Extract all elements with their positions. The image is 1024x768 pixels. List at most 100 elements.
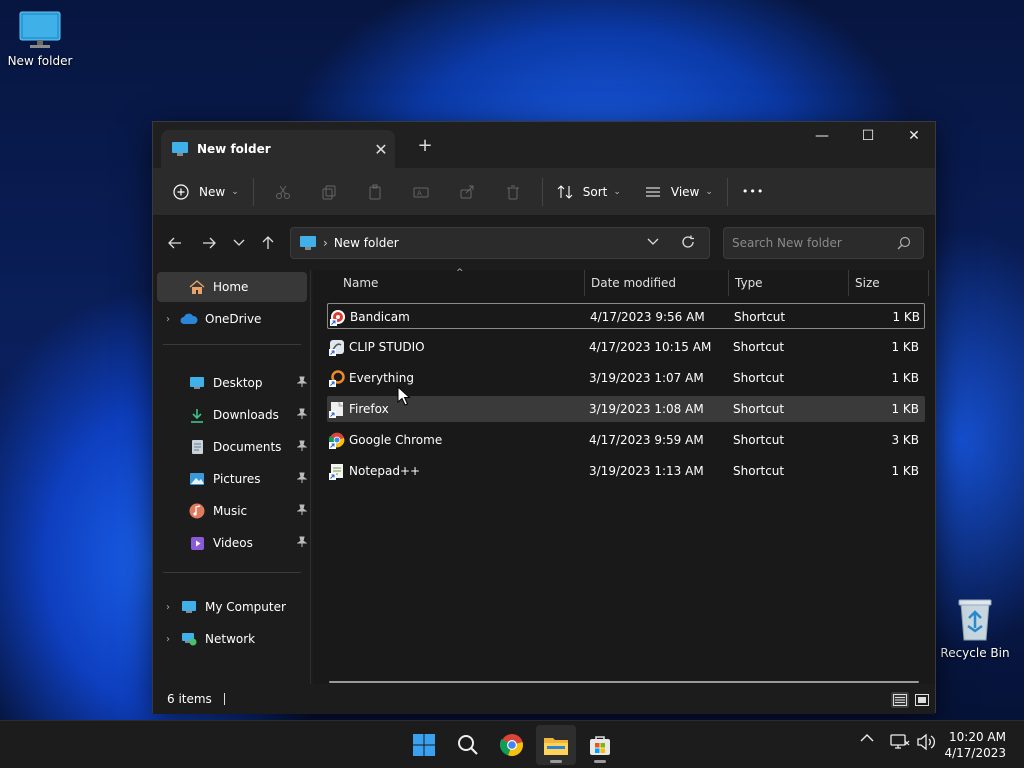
desktop-icon-new-folder[interactable]: New folder xyxy=(0,10,80,68)
sidebar-item-pictures[interactable]: Pictures xyxy=(157,464,308,494)
file-row-bandicam[interactable]: Bandicam 4/17/2023 9:56 AM Shortcut 1 KB xyxy=(327,303,925,329)
file-name: Notepad++ xyxy=(349,464,421,478)
sidebar-item-videos[interactable]: Videos xyxy=(157,528,308,558)
taskbar-microsoft-store[interactable] xyxy=(580,725,620,765)
taskbar-chrome[interactable] xyxy=(492,725,532,765)
sidebar-item-home[interactable]: Home xyxy=(157,272,307,302)
expand-chevron-icon[interactable]: › xyxy=(157,314,179,325)
address-dropdown-button[interactable] xyxy=(647,235,659,249)
sidebar-item-downloads[interactable]: Downloads xyxy=(157,400,308,430)
file-row-notepad[interactable]: Notepad++ 3/19/2023 1:13 AM Shortcut 1 KB xyxy=(327,458,925,484)
new-button-label: New xyxy=(199,184,226,199)
column-header-size[interactable]: Size xyxy=(855,270,880,296)
recent-locations-button[interactable] xyxy=(227,231,251,255)
large-icons-view-button[interactable] xyxy=(913,692,931,708)
file-type: Shortcut xyxy=(733,464,785,478)
sidebar-divider xyxy=(163,572,301,573)
file-size: 1 KB xyxy=(891,371,919,385)
forward-button[interactable] xyxy=(197,231,221,255)
file-row-google-chrome[interactable]: Google Chrome 4/17/2023 9:59 AM Shortcut 3 … xyxy=(327,427,925,453)
file-list: ^ Name Date modified Type Size Bandicam 4… xyxy=(313,268,935,684)
expand-chevron-icon[interactable]: › xyxy=(157,634,179,645)
notepad-icon xyxy=(329,463,347,480)
sort-button[interactable]: Sort ⌄ xyxy=(549,176,629,208)
clock[interactable]: 10:20 AM 4/17/2023 xyxy=(944,729,1006,761)
computer-icon xyxy=(179,599,199,615)
address-bar[interactable]: › New folder xyxy=(290,227,710,259)
search-box[interactable] xyxy=(723,227,924,259)
volume-button[interactable] xyxy=(916,733,936,751)
network-icon xyxy=(179,631,199,647)
sidebar-item-onedrive[interactable]: › OneDrive xyxy=(157,304,307,334)
mouse-cursor-icon xyxy=(397,386,411,406)
file-date-modified: 4/17/2023 9:59 AM xyxy=(589,433,704,447)
taskbar: 10:20 AM 4/17/2023 xyxy=(0,720,1024,768)
clipboard-icon xyxy=(369,184,381,199)
search-input[interactable] xyxy=(732,236,892,250)
network-status-button[interactable] xyxy=(890,733,910,751)
column-divider[interactable] xyxy=(928,270,929,296)
plus-circle-icon xyxy=(173,183,189,200)
delete-button[interactable] xyxy=(490,176,536,208)
file-size: 3 KB xyxy=(891,433,919,447)
arrow-right-icon xyxy=(203,237,216,249)
desktop-icon-label: New folder xyxy=(7,54,73,68)
file-row-firefox[interactable]: Firefox 3/19/2023 1:08 AM Shortcut 1 KB xyxy=(327,396,925,422)
column-divider[interactable] xyxy=(848,270,849,296)
tab-new-folder[interactable]: New folder ✕ xyxy=(161,130,395,168)
show-hidden-icons-button[interactable] xyxy=(860,733,874,743)
tab-label: New folder xyxy=(197,142,271,156)
back-button[interactable] xyxy=(163,231,187,255)
cut-button[interactable] xyxy=(260,176,306,208)
sidebar-item-documents[interactable]: Documents xyxy=(157,432,308,462)
horizontal-scrollbar[interactable] xyxy=(329,681,919,683)
file-name: Google Chrome xyxy=(349,433,443,447)
more-options-button[interactable]: ••• xyxy=(734,176,772,208)
column-header-date-modified[interactable]: Date modified xyxy=(591,270,676,296)
file-date-modified: 3/19/2023 1:13 AM xyxy=(589,464,704,478)
copy-button[interactable] xyxy=(306,176,352,208)
minimize-button[interactable]: — xyxy=(799,122,845,152)
column-divider[interactable] xyxy=(584,270,585,296)
close-button[interactable]: ✕ xyxy=(891,122,937,152)
expand-chevron-icon[interactable]: › xyxy=(157,602,179,613)
start-button[interactable] xyxy=(404,725,444,765)
item-count: 6 items xyxy=(167,692,212,706)
maximize-button[interactable]: ☐ xyxy=(845,122,891,152)
sidebar-item-music[interactable]: Music xyxy=(157,496,308,526)
view-button[interactable]: View ⌄ xyxy=(637,176,721,208)
column-header-name[interactable]: Name xyxy=(343,270,378,296)
picture-icon xyxy=(187,471,207,487)
folder-icon xyxy=(544,738,568,755)
rename-icon: A xyxy=(413,187,429,197)
store-icon xyxy=(590,736,610,755)
sidebar-item-my-computer[interactable]: › My Computer xyxy=(157,592,307,622)
sidebar-item-label: Videos xyxy=(213,536,253,550)
taskbar-search-button[interactable] xyxy=(448,725,488,765)
details-view-button[interactable] xyxy=(891,692,909,708)
column-divider[interactable] xyxy=(728,270,729,296)
title-bar: New folder ✕ + — ☐ ✕ xyxy=(153,122,935,168)
new-button[interactable]: New ⌄ xyxy=(165,176,247,208)
tab-close-icon[interactable]: ✕ xyxy=(367,140,395,159)
chevron-down-icon: ⌄ xyxy=(613,186,621,197)
new-tab-button[interactable]: + xyxy=(413,134,437,158)
file-row-everything[interactable]: Everything 3/19/2023 1:07 AM Shortcut 1 KB xyxy=(327,365,925,391)
share-button[interactable] xyxy=(444,176,490,208)
sidebar-item-network[interactable]: › Network xyxy=(157,624,307,654)
clock-date: 4/17/2023 xyxy=(944,746,1006,760)
file-size: 1 KB xyxy=(891,402,919,416)
column-header-type[interactable]: Type xyxy=(735,270,763,296)
file-row-clip-studio[interactable]: CLIP STUDIO 4/17/2023 10:15 AM Shortcut 1 K… xyxy=(327,334,925,360)
sidebar-item-desktop[interactable]: Desktop xyxy=(157,368,308,398)
status-bar: 6 items xyxy=(153,684,935,714)
video-icon xyxy=(187,535,207,551)
file-name: Firefox xyxy=(349,402,389,416)
desktop-icon-recycle-bin[interactable]: Recycle Bin xyxy=(935,596,1015,660)
breadcrumb[interactable]: New folder xyxy=(334,236,399,250)
refresh-button[interactable] xyxy=(681,235,695,252)
paste-button[interactable] xyxy=(352,176,398,208)
up-button[interactable] xyxy=(256,231,280,255)
taskbar-file-explorer[interactable] xyxy=(536,725,576,765)
rename-button[interactable]: A xyxy=(398,176,444,208)
